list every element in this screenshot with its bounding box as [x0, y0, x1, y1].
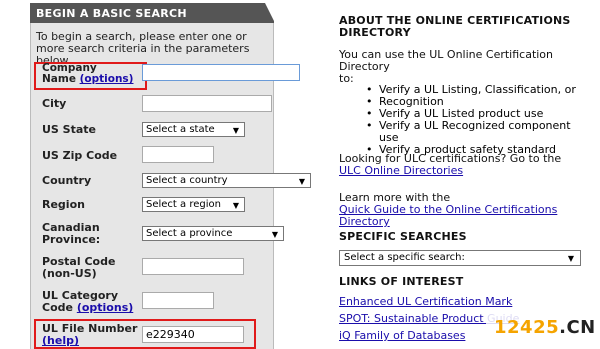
chevron-down-icon: ▼	[271, 230, 278, 239]
chevron-down-icon: ▼	[298, 177, 305, 186]
company-name-options-link[interactable]: (options)	[80, 73, 134, 85]
about-bullet-list: Verify a UL Listing, Classification, or …	[364, 84, 584, 157]
learn-text: Learn more with the Quick Guide to the O…	[339, 192, 600, 228]
postal-code-label: Postal Code (non-US)	[42, 256, 115, 280]
country-label: Country	[42, 174, 92, 187]
canadian-province-label: Canadian Province:	[42, 222, 100, 246]
about-title-line2: DIRECTORY	[339, 26, 411, 39]
specific-search-select[interactable]: Select a specific search: ▼	[339, 250, 581, 266]
country-selected: Select a country	[146, 175, 228, 186]
us-state-label: US State	[42, 123, 97, 136]
watermark-cn: CN	[566, 317, 596, 338]
company-name-label: Company Name (options)	[42, 63, 133, 85]
ul-category-code-input[interactable]	[142, 292, 214, 309]
region-select[interactable]: Select a region ▼	[142, 197, 245, 212]
us-zip-input[interactable]	[142, 146, 214, 163]
chevron-down-icon: ▼	[567, 254, 574, 263]
panel-header: BEGIN A BASIC SEARCH	[30, 3, 275, 23]
city-label: City	[42, 97, 67, 110]
about-intro-line1: You can use the UL Online Certification …	[339, 48, 554, 73]
city-input[interactable]	[142, 95, 272, 112]
us-state-selected: Select a state	[146, 124, 215, 135]
ul-category-options-link[interactable]: (options)	[77, 301, 133, 314]
enhanced-ul-mark-link[interactable]: Enhanced UL Certification Mark	[339, 296, 512, 308]
region-label: Region	[42, 198, 85, 211]
specific-searches-title: SPECIFIC SEARCHES	[339, 230, 467, 243]
canadian-province-select[interactable]: Select a province ▼	[142, 226, 284, 241]
chevron-down-icon: ▼	[232, 201, 239, 210]
ul-category-code-label-line2: Code	[42, 301, 73, 314]
ulc-online-directories-link[interactable]: ULC Online Directories	[339, 164, 463, 177]
about-intro: You can use the UL Online Certification …	[339, 49, 584, 85]
about-bullet: Verify a UL Recognized component use	[364, 120, 584, 144]
postal-code-input[interactable]	[142, 258, 244, 275]
links-of-interest-title: LINKS OF INTEREST	[339, 275, 464, 288]
us-state-select[interactable]: Select a state ▼	[142, 122, 245, 137]
ul-file-number-help-link[interactable]: (help)	[42, 334, 79, 347]
canadian-province-selected: Select a province	[146, 228, 233, 239]
postal-code-label-line2: (non-US)	[42, 267, 97, 280]
us-zip-label: US Zip Code	[42, 149, 118, 162]
company-name-label-line2: Name	[42, 73, 76, 85]
ul-category-code-label: UL Category Code (options)	[42, 290, 133, 314]
quick-guide-link[interactable]: Quick Guide to the Online Certifications…	[339, 203, 557, 228]
iq-databases-link[interactable]: iQ Family of Databases	[339, 330, 465, 342]
about-title: ABOUT THE ONLINE CERTIFICATIONS DIRECTOR…	[339, 15, 571, 39]
specific-search-selected: Select a specific search:	[344, 252, 465, 263]
site-watermark: 12425.CN	[494, 317, 596, 338]
watermark-number: 12425	[494, 317, 560, 338]
company-name-input[interactable]	[142, 64, 300, 81]
region-selected: Select a region	[146, 199, 221, 210]
ulc-text: Looking for ULC certifications? Go to th…	[339, 153, 561, 177]
ul-file-number-label: UL File Number (help)	[42, 323, 137, 347]
canadian-province-label-line2: Province:	[42, 233, 101, 246]
chevron-down-icon: ▼	[232, 126, 239, 135]
country-select[interactable]: Select a country ▼	[142, 173, 311, 188]
ul-file-number-input[interactable]: e229340	[142, 326, 244, 343]
